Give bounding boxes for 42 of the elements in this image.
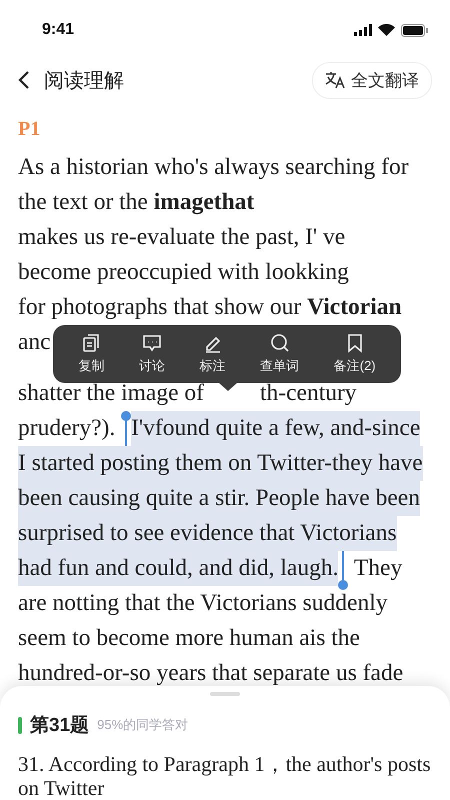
question-text: 31. According to Paragraph 1，the author's posts on Twitter [18,752,432,800]
toolbar-button[interactable]: 标注 [200,333,226,375]
selected-text: surprised to see evidence that Victorians [18,516,397,551]
accent-bar [18,716,22,734]
search-icon [270,333,290,353]
passage-text: for photographs that show our Victorian [18,293,402,322]
translate-button[interactable]: 全文翻译 [312,62,432,98]
passage-text: As a historian who's always searching for [18,153,409,182]
chat-icon [142,333,162,353]
selected-text: I'vfound quite a few, and-since [131,411,420,446]
passage-text: hundred-or-so years that separate us fade [18,659,404,688]
translate-icon [325,71,345,89]
toolbar-button[interactable]: 讨论 [138,333,165,375]
passage-text: th-century [260,379,357,408]
wifi-icon [378,24,395,36]
passage-text: shatter the image of [18,379,204,408]
toolbar-button[interactable]: 复制 [78,333,104,375]
selected-text: been causing quite a stir. People have been [18,481,420,516]
passage-text: makes us re-evaluate the past, I' ve [18,223,346,252]
correct-rate: 95%的同学答对 [97,716,188,734]
passage-text: seem to become more human ais the [18,624,360,653]
paragraph-label: P1 [18,118,42,142]
passage-text: are notting that the Victorians suddenly [18,589,388,618]
battery-icon [401,24,428,36]
question-number: 第31题 [30,714,90,738]
drag-handle[interactable] [210,692,240,696]
selected-text: I started posting them on Twitter-they have [18,446,423,481]
selected-text: had fun and could, and did, laugh. [18,551,338,586]
signal-icon [354,24,372,36]
selection-handle[interactable] [338,551,348,591]
passage-text: prudery?). [18,414,116,443]
toolbar-button[interactable]: 备注(2) [334,333,376,375]
toolbar-button[interactable]: 查单词 [260,333,300,375]
passage-text: become preoccupied with lookking [18,258,349,287]
selection-handle[interactable] [121,411,132,446]
passage-text: anc [18,328,51,357]
passage-text: They [352,554,402,583]
copy-icon [81,333,102,353]
passage-text: the text or the imagethat [18,188,254,217]
status-time: 9:41 [42,21,74,39]
page-title: 阅读理解 [44,68,125,94]
back-icon[interactable] [18,70,30,90]
